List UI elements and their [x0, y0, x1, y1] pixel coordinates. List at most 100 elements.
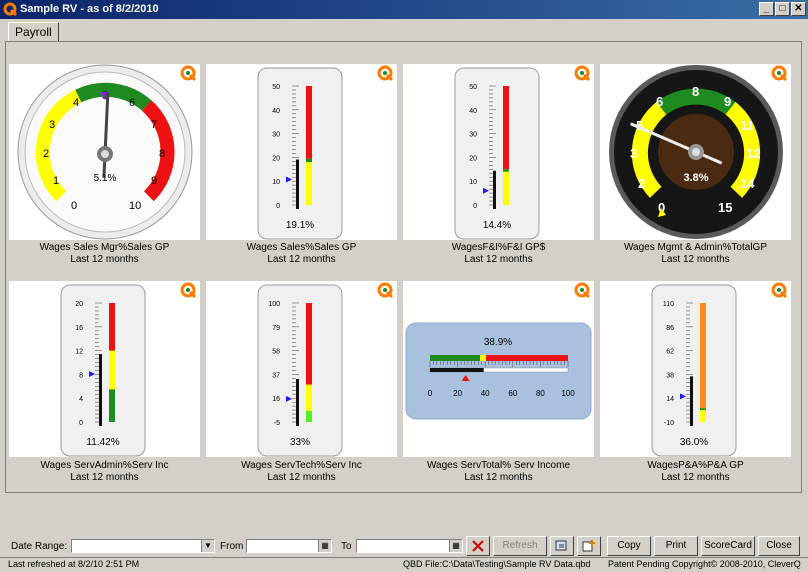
gauge-tile-sales[interactable]: 50 40 30 20 10 0 19.1% — [206, 64, 397, 240]
dial-tick-2: 2 — [638, 176, 645, 191]
minimize-button[interactable]: _ — [759, 2, 774, 16]
close-window-button[interactable]: ✕ — [791, 2, 806, 16]
tick-label: 20 — [453, 389, 462, 398]
dial-value: 3.8% — [683, 172, 708, 184]
tile-caption: Wages Mgmt & Admin%TotalGP Last 12 month… — [600, 242, 791, 266]
settings-button[interactable] — [550, 536, 574, 556]
color-band — [306, 410, 312, 422]
chevron-down-icon[interactable]: ▼ — [201, 540, 214, 552]
dial-tick-1: 1 — [53, 175, 59, 187]
color-band — [700, 303, 706, 409]
tile-title: Wages Mgmt & Admin%TotalGP — [623, 242, 767, 253]
cleverq-logo-icon — [574, 65, 591, 82]
color-band — [109, 389, 115, 422]
red-band — [486, 355, 568, 361]
gauge-tile-pa[interactable]: 110 86 62 38 14 -10 36.0% — [600, 281, 791, 457]
gauge-tile-serv-total[interactable]: 38.9% 0 20 40 60 80 100 — [403, 281, 594, 457]
tab-bar: Payroll — [4, 20, 804, 43]
tick-label: 60 — [508, 389, 517, 398]
dial-tick-9: 9 — [151, 175, 157, 187]
configure-icon — [555, 540, 567, 551]
dial-tick-6: 6 — [656, 94, 663, 109]
dial-tick-6: 6 — [129, 97, 135, 109]
tick-label: 58 — [272, 349, 280, 356]
tile-period: Last 12 months — [70, 472, 139, 483]
tick-label: 0 — [473, 203, 477, 210]
tick-label: 10 — [272, 179, 280, 186]
color-band — [306, 303, 312, 385]
clear-filter-button[interactable] — [466, 536, 490, 556]
gauge-tile-serv-tech[interactable]: 100 79 58 37 16 -5 33% — [206, 281, 397, 457]
tile-title: Wages Sales Mgr%Sales GP — [39, 242, 170, 253]
date-range-dropdown[interactable]: ▼ — [71, 539, 215, 553]
cleverq-logo-icon — [771, 282, 788, 299]
tile-period: Last 12 months — [661, 472, 730, 483]
tick-label: 0 — [428, 389, 433, 398]
tile-title: Wages Sales%Sales GP — [246, 242, 357, 253]
gauge-tile-fi[interactable]: 50 40 30 20 10 0 14.4% — [403, 64, 594, 240]
value-bar — [99, 354, 102, 426]
from-date-field[interactable]: ▦ — [246, 539, 332, 553]
status-bar: Last refreshed at 8/2/10 2:51 PM QBD Fil… — [0, 557, 808, 572]
gauge-tile-sales-mgr[interactable]: 0 1 2 3 4 5 6 7 8 9 10 5.1% — [9, 64, 200, 240]
dial-tick-15: 15 — [718, 200, 732, 215]
print-button[interactable]: Print — [654, 536, 698, 556]
add-gauge-button[interactable] — [577, 536, 601, 556]
cleverq-logo-icon — [377, 282, 394, 299]
maximize-button[interactable]: □ — [775, 2, 790, 16]
horizontal-bar-gauge: 38.9% 0 20 40 60 80 100 — [405, 322, 592, 420]
color-band — [306, 162, 312, 205]
thermometer-gauge: 50 40 30 20 10 0 14.4% — [454, 67, 540, 240]
tile-period: Last 12 months — [661, 254, 730, 265]
tile-period: Last 12 months — [70, 254, 139, 265]
calendar-icon[interactable]: ▦ — [449, 540, 462, 552]
tile-caption: WagesP&A%P&A GP Last 12 months — [600, 460, 791, 484]
gauge-value: 19.1% — [286, 220, 314, 231]
tick-label: 38 — [666, 372, 674, 379]
tick-label: 100 — [268, 301, 280, 308]
tick-label: 20 — [272, 155, 280, 162]
tick-label: 50 — [469, 84, 477, 91]
scorecard-button[interactable]: ScoreCard — [701, 536, 755, 556]
tick-label: 0 — [276, 203, 280, 210]
from-label: From — [220, 541, 244, 552]
dial-tick-8: 8 — [159, 148, 165, 160]
tile-period: Last 12 months — [464, 472, 533, 483]
tile-title: WagesP&A%P&A GP — [647, 460, 744, 471]
tile-period: Last 12 months — [267, 254, 336, 265]
tick-label: 16 — [272, 396, 280, 403]
tile-caption: Wages Sales%Sales GP Last 12 months — [206, 242, 397, 266]
bar-gauge-value: 38.9% — [484, 337, 512, 348]
color-band — [503, 171, 509, 205]
tile-caption: WagesF&I%F&I GP$ Last 12 months — [403, 242, 594, 266]
calendar-icon[interactable]: ▦ — [318, 540, 331, 552]
dial-tick-2: 2 — [43, 148, 49, 160]
to-date-field[interactable]: ▦ — [356, 539, 463, 553]
tick-label: 50 — [272, 84, 280, 91]
dial-tick-12: 12 — [746, 146, 760, 161]
clear-filter-icon — [472, 540, 484, 552]
tick-label: 110 — [663, 301, 674, 308]
thermometer-gauge: 50 40 30 20 10 0 19.1% — [257, 67, 343, 240]
tick-label: 16 — [75, 325, 83, 332]
tick-label: 40 — [272, 108, 280, 115]
tick-label: 12 — [75, 349, 83, 356]
tile-caption: Wages ServTech%Serv Inc Last 12 months — [206, 460, 397, 484]
gauge-value: 11.42% — [86, 437, 119, 448]
copy-button[interactable]: Copy — [607, 536, 651, 556]
color-band — [109, 350, 115, 390]
dial-tick-4: 4 — [73, 97, 79, 109]
dial-tick-7: 7 — [151, 119, 157, 131]
value-bar — [493, 170, 496, 209]
gauge-tile-serv-admin[interactable]: 20 16 12 8 4 0 11.42% — [9, 281, 200, 457]
dial-tick-3: 3 — [630, 146, 637, 161]
gauge-tile-mgmt-admin[interactable]: 0 2 3 5 6 8 9 11 12 14 15 3.8% — [600, 64, 791, 240]
tick-label: 0 — [79, 420, 83, 427]
title-bar: Sample RV - as of 8/2/2010 _ □ ✕ — [0, 0, 808, 19]
tick-label: 37 — [272, 372, 280, 379]
close-button[interactable]: Close — [758, 536, 800, 556]
tab-payroll[interactable]: Payroll — [8, 22, 59, 43]
tick-label: 79 — [272, 325, 280, 332]
tile-title: WagesF&I%F&I GP$ — [451, 242, 546, 253]
refresh-button[interactable]: Refresh — [493, 536, 547, 556]
